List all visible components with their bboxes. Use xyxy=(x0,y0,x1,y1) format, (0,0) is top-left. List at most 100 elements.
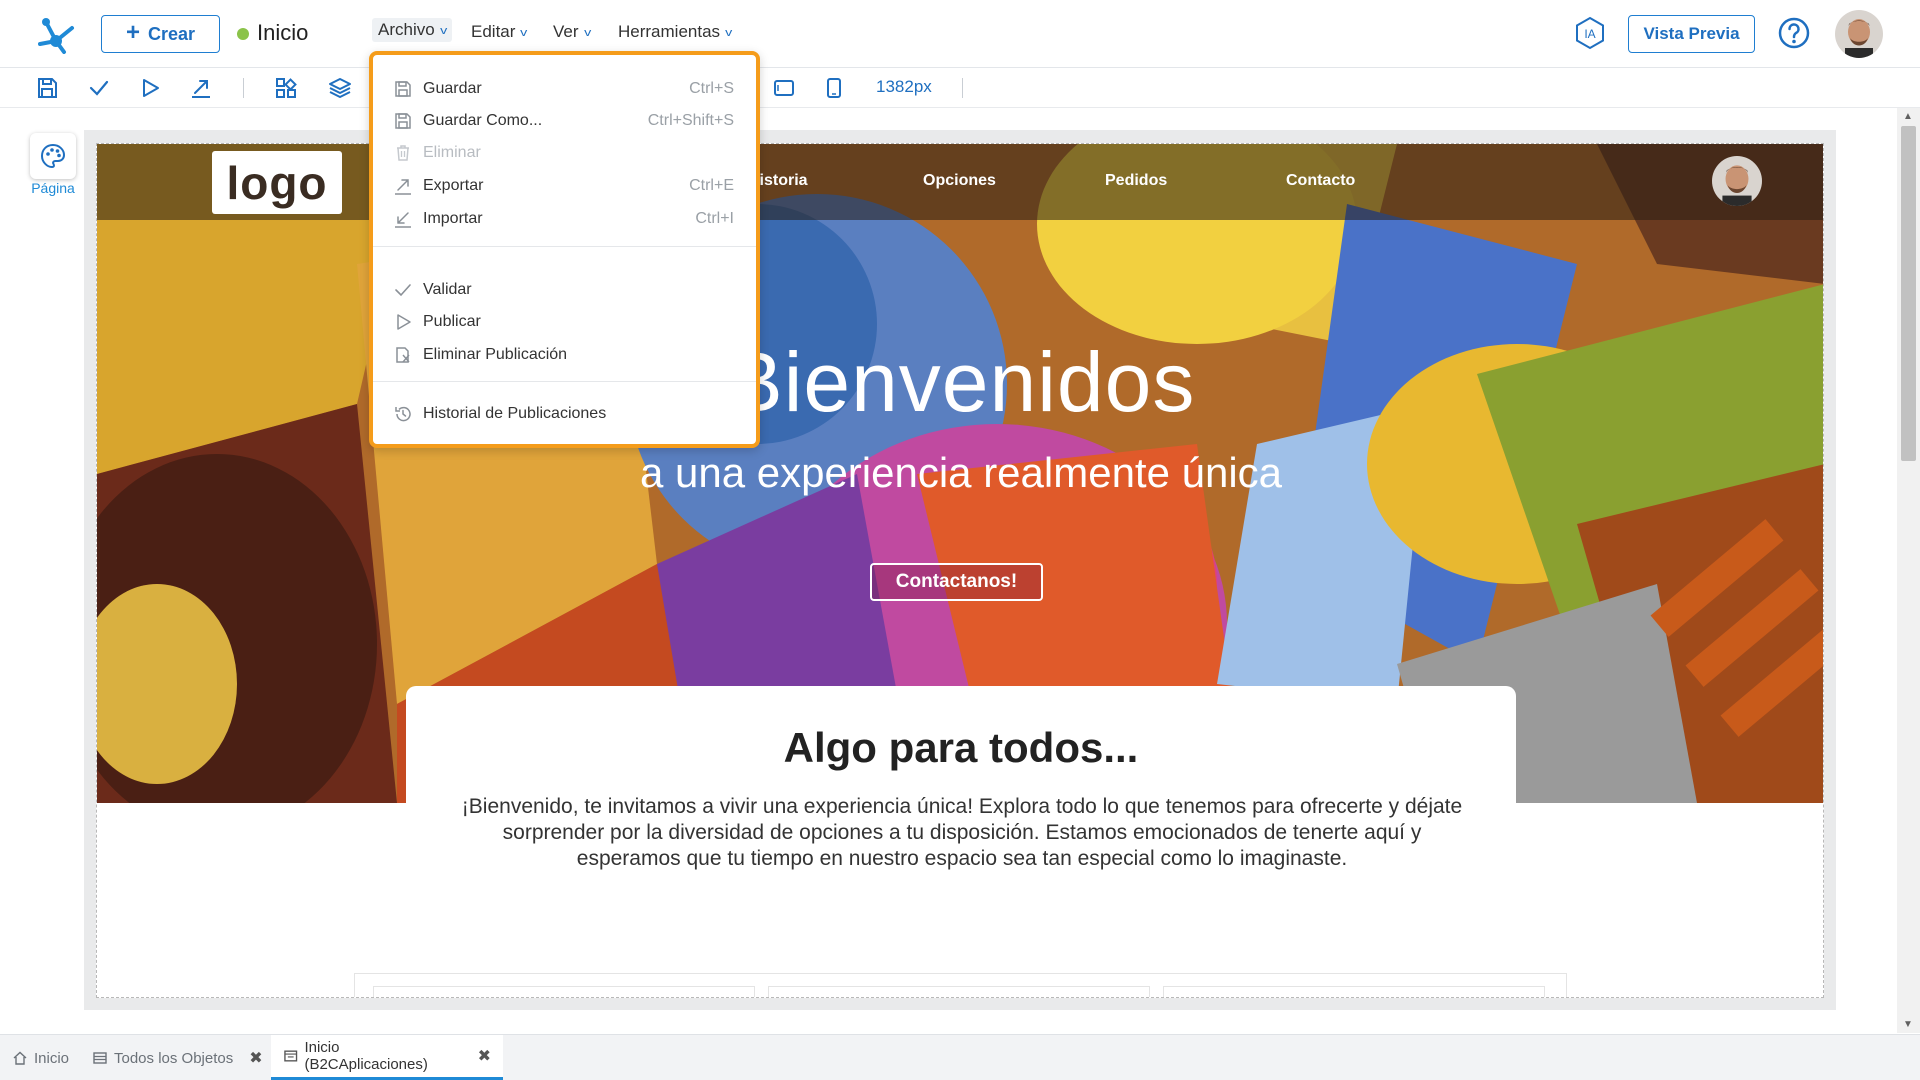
export-icon[interactable] xyxy=(189,76,213,100)
section-text: ¡Bienvenido, te invitamos a vivir una ex… xyxy=(461,795,1463,870)
mobile-icon[interactable] xyxy=(822,76,846,100)
menu-divider xyxy=(373,381,756,382)
save-icon xyxy=(395,81,411,97)
menu-item-shortcut: Ctrl+E xyxy=(689,177,734,194)
menu-herramientas[interactable]: Herramientas v xyxy=(618,22,732,42)
help-icon[interactable] xyxy=(1777,16,1811,50)
tab-label: Inicio xyxy=(34,1049,70,1067)
save-as-icon xyxy=(395,113,411,129)
status-indicator xyxy=(237,28,249,40)
nav-link-opciones[interactable]: Opciones xyxy=(923,172,996,190)
components-icon[interactable] xyxy=(274,76,298,100)
preview-button-label: Vista Previa xyxy=(1643,24,1740,43)
menu-item-label: Validar xyxy=(423,281,472,298)
menu-item-shortcut: Ctrl+I xyxy=(695,210,734,227)
export-icon xyxy=(395,179,411,195)
menu-item-exportar[interactable]: Exportar Ctrl+E xyxy=(373,170,756,202)
hero-subtitle: a una experiencia realmente única xyxy=(639,449,1283,496)
chevron-down-icon: v xyxy=(725,27,733,39)
menu-item-shortcut: Ctrl+Shift+S xyxy=(647,112,734,129)
home-icon xyxy=(13,1051,27,1065)
menu-item-label: Publicar xyxy=(423,313,481,330)
ai-assistant-icon[interactable]: IA xyxy=(1573,16,1607,50)
preview-button[interactable]: Vista Previa xyxy=(1628,15,1755,53)
tablet-landscape-icon[interactable] xyxy=(772,76,796,100)
nav-link-pedidos[interactable]: Pedidos xyxy=(1105,172,1167,190)
nav-link-contacto[interactable]: Contacto xyxy=(1286,172,1355,190)
menu-item-publicar[interactable]: Publicar xyxy=(373,306,756,338)
file-menu-dropdown: Guardar Ctrl+S Guardar Como... Ctrl+Shif… xyxy=(369,51,760,448)
tab-todos-los-objetos[interactable]: Todos los Objetos ✖ xyxy=(92,1035,263,1080)
import-icon xyxy=(395,212,411,228)
menu-item-importar[interactable]: Importar Ctrl+I xyxy=(373,203,756,235)
menu-archivo[interactable]: Archivo v xyxy=(372,18,453,42)
menu-ver-label: Ver xyxy=(553,22,579,41)
play-icon xyxy=(397,314,411,330)
page-icon xyxy=(284,1050,298,1062)
feature-card[interactable] xyxy=(1163,986,1545,997)
menu-item-label: Eliminar Publicación xyxy=(423,346,568,363)
menu-item-label: Exportar xyxy=(423,177,484,194)
menu-item-label: Importar xyxy=(423,210,483,227)
tab-inicio-b2capp[interactable]: Inicio (B2CAplicaciones) ✖ xyxy=(271,1035,503,1080)
page-style-button[interactable] xyxy=(30,133,76,179)
create-button-label: Crear xyxy=(147,23,196,44)
close-tab-icon[interactable]: ✖ xyxy=(478,1046,491,1066)
menu-herramientas-label: Herramientas xyxy=(618,22,721,41)
cards-container[interactable] xyxy=(354,973,1567,997)
menu-item-label: Guardar Como... xyxy=(423,112,543,129)
site-user-avatar[interactable] xyxy=(1712,156,1762,206)
menu-item-label: Historial de Publicaciones xyxy=(423,405,607,422)
feature-card[interactable] xyxy=(373,986,755,997)
left-rail: Página xyxy=(0,108,86,1033)
menu-divider xyxy=(373,246,756,247)
menu-ver[interactable]: Ver v xyxy=(553,22,591,42)
document-tab-bar: Inicio Todos los Objetos ✖ Inicio (B2CAp… xyxy=(0,1034,1920,1080)
scroll-down-arrow-icon[interactable]: ▼ xyxy=(1903,1019,1913,1030)
trash-icon xyxy=(397,145,409,161)
menu-item-historial-publicaciones[interactable]: Historial de Publicaciones xyxy=(373,398,756,430)
menu-archivo-label: Archivo xyxy=(378,20,435,39)
tab-label: Inicio (B2CAplicaciones) xyxy=(304,1039,428,1073)
palette-icon xyxy=(40,143,66,169)
ai-label: IA xyxy=(1584,27,1595,41)
scroll-up-arrow-icon[interactable]: ▲ xyxy=(1903,111,1913,122)
play-icon[interactable] xyxy=(138,76,162,100)
section-title: Algo para todos... xyxy=(783,724,1139,771)
contact-cta-button[interactable]: Contactanos! xyxy=(870,563,1043,601)
create-button[interactable]: + Crear xyxy=(101,15,220,53)
save-icon[interactable] xyxy=(35,76,59,100)
scrollbar-thumb[interactable] xyxy=(1901,126,1916,461)
vertical-scrollbar[interactable]: ▲ ▼ xyxy=(1897,108,1920,1033)
close-tab-icon[interactable]: ✖ xyxy=(249,1048,262,1068)
app-logo-icon[interactable] xyxy=(34,14,78,54)
list-icon xyxy=(93,1052,107,1064)
menu-item-label: Eliminar xyxy=(423,144,481,161)
validate-icon[interactable] xyxy=(87,76,111,100)
feature-card[interactable] xyxy=(768,986,1150,997)
check-icon xyxy=(395,284,411,297)
toolbar-divider xyxy=(243,78,244,98)
canvas-width-readout[interactable]: 1382px xyxy=(876,77,932,97)
menu-item-validar[interactable]: Validar xyxy=(373,274,756,306)
editor-toolbar: 1382px xyxy=(0,68,1920,108)
user-avatar[interactable] xyxy=(1835,10,1883,58)
tab-inicio[interactable]: Inicio xyxy=(12,1035,69,1080)
menu-editar-label: Editar xyxy=(471,22,516,41)
unpublish-icon xyxy=(396,347,410,363)
layers-icon[interactable] xyxy=(328,76,352,100)
plus-icon: + xyxy=(125,19,140,46)
menu-item-guardar[interactable]: Guardar Ctrl+S xyxy=(373,73,756,105)
page-preview[interactable]: logo Historia Opciones Pedidos Contacto … xyxy=(96,143,1824,998)
page-style-label: Página xyxy=(31,180,75,196)
menu-item-guardar-como[interactable]: Guardar Como... Ctrl+Shift+S xyxy=(373,105,756,137)
menu-editar[interactable]: Editar v xyxy=(471,22,528,42)
menu-item-label: Guardar xyxy=(423,80,482,97)
history-icon xyxy=(395,406,411,422)
site-logo[interactable]: logo xyxy=(212,151,342,214)
tab-label: Todos los Objetos xyxy=(114,1049,234,1067)
top-bar: + Crear Inicio Archivo v Editar v Ver v Her… xyxy=(0,0,1920,68)
chevron-down-icon: v xyxy=(583,27,591,39)
menu-item-eliminar: Eliminar xyxy=(373,137,756,169)
menu-item-eliminar-publicacion[interactable]: Eliminar Publicación xyxy=(373,339,756,371)
